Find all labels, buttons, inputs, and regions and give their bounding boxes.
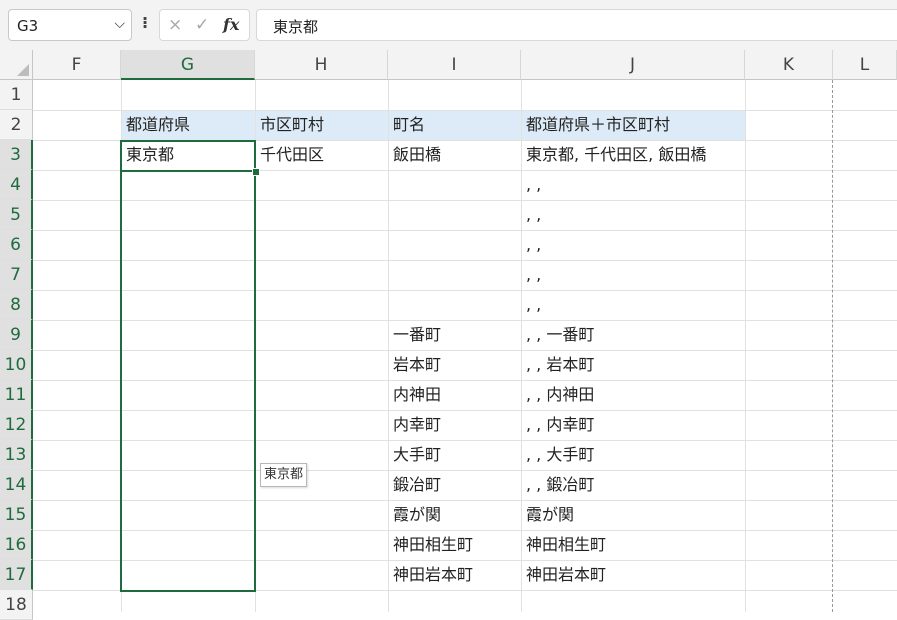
cell-i17[interactable]: 神田岩本町 bbox=[393, 560, 473, 590]
cell-i3[interactable]: 飯田橋 bbox=[393, 140, 441, 170]
cell-i12[interactable]: 内幸町 bbox=[393, 410, 441, 440]
cell-j6[interactable]: , , bbox=[526, 230, 541, 260]
row-header-1[interactable]: 1 bbox=[0, 80, 33, 110]
row-header-17[interactable]: 17 bbox=[0, 560, 33, 590]
row-header-5[interactable]: 5 bbox=[0, 200, 33, 230]
row-header-10[interactable]: 10 bbox=[0, 350, 33, 380]
cell-j15[interactable]: 霞が関 bbox=[526, 500, 574, 530]
cell-i11[interactable]: 内神田 bbox=[393, 380, 441, 410]
row-header-4[interactable]: 4 bbox=[0, 170, 33, 200]
row-header-14[interactable]: 14 bbox=[0, 470, 33, 500]
row-header-2[interactable]: 2 bbox=[0, 110, 33, 140]
cell-j17[interactable]: 神田岩本町 bbox=[526, 560, 606, 590]
fill-handle[interactable] bbox=[252, 168, 260, 176]
cancel-icon[interactable]: × bbox=[168, 15, 182, 35]
column-header-g[interactable]: G bbox=[121, 50, 255, 80]
row-header-13[interactable]: 13 bbox=[0, 440, 33, 470]
row-header-7[interactable]: 7 bbox=[0, 260, 33, 290]
cell-j4[interactable]: , , bbox=[526, 170, 541, 200]
cell-j12[interactable]: , , 内幸町 bbox=[526, 410, 594, 440]
column-header-j[interactable]: J bbox=[521, 50, 745, 80]
column-header-h[interactable]: H bbox=[255, 50, 388, 80]
formula-buttons: × ✓ fx bbox=[159, 9, 250, 41]
formula-input-value: 東京都 bbox=[273, 18, 319, 36]
cell-i15[interactable]: 霞が関 bbox=[393, 500, 441, 530]
column-header-f[interactable]: F bbox=[33, 50, 121, 80]
formula-bar-area: G3 ⌵ ⁝ × ✓ fx 東京都 bbox=[0, 0, 897, 50]
cell-j10[interactable]: , , 岩本町 bbox=[526, 350, 594, 380]
row-header-11[interactable]: 11 bbox=[0, 380, 33, 410]
cell-g3[interactable]: 東京都 bbox=[126, 140, 174, 170]
select-all-corner[interactable] bbox=[0, 50, 33, 80]
row-header-15[interactable]: 15 bbox=[0, 500, 33, 530]
cell-j9[interactable]: , , 一番町 bbox=[526, 320, 594, 350]
selected-range[interactable] bbox=[120, 140, 256, 592]
column-header-k[interactable]: K bbox=[745, 50, 833, 80]
cell-j5[interactable]: , , bbox=[526, 200, 541, 230]
cell-j11[interactable]: , , 内神田 bbox=[526, 380, 594, 410]
row-header-6[interactable]: 6 bbox=[0, 230, 33, 260]
cell-j13[interactable]: , , 大手町 bbox=[526, 440, 594, 470]
cell-i14[interactable]: 鍛冶町 bbox=[393, 470, 441, 500]
fill-preview-tooltip: 東京都 bbox=[260, 463, 308, 487]
cell-h3[interactable]: 千代田区 bbox=[260, 140, 324, 170]
enter-icon[interactable]: ✓ bbox=[195, 15, 209, 35]
chevron-down-icon[interactable]: ⌵ bbox=[114, 16, 125, 32]
cell-i10[interactable]: 岩本町 bbox=[393, 350, 441, 380]
row-header-18[interactable]: 18 bbox=[0, 590, 33, 620]
cell-i9[interactable]: 一番町 bbox=[393, 320, 441, 350]
column-header-l[interactable]: L bbox=[833, 50, 897, 80]
row-header-12[interactable]: 12 bbox=[0, 410, 33, 440]
cell-j8[interactable]: , , bbox=[526, 290, 541, 320]
row-header-3[interactable]: 3 bbox=[0, 140, 33, 170]
page-break-line bbox=[832, 80, 833, 612]
formula-input[interactable]: 東京都 bbox=[256, 9, 897, 41]
header-cell-i2[interactable]: 町名 bbox=[393, 110, 425, 140]
header-cell-h2[interactable]: 市区町村 bbox=[260, 110, 324, 140]
insert-function-icon[interactable]: fx bbox=[223, 15, 239, 34]
header-cell-g2[interactable]: 都道府県 bbox=[126, 110, 190, 140]
cell-i16[interactable]: 神田相生町 bbox=[393, 530, 473, 560]
more-options-icon[interactable]: ⁝ bbox=[142, 13, 148, 32]
column-header-i[interactable]: I bbox=[388, 50, 521, 80]
cell-j3[interactable]: 東京都, 千代田区, 飯田橋 bbox=[526, 140, 706, 170]
row-header-16[interactable]: 16 bbox=[0, 530, 33, 560]
cell-j16[interactable]: 神田相生町 bbox=[526, 530, 606, 560]
header-cell-j2[interactable]: 都道府県＋市区町村 bbox=[526, 110, 670, 140]
name-box-value: G3 bbox=[17, 17, 39, 35]
row-header-8[interactable]: 8 bbox=[0, 290, 33, 320]
cell-j14[interactable]: , , 鍛冶町 bbox=[526, 470, 594, 500]
row-header-9[interactable]: 9 bbox=[0, 320, 33, 350]
cell-j7[interactable]: , , bbox=[526, 260, 541, 290]
cell-i13[interactable]: 大手町 bbox=[393, 440, 441, 470]
name-box[interactable]: G3 ⌵ bbox=[8, 9, 132, 41]
